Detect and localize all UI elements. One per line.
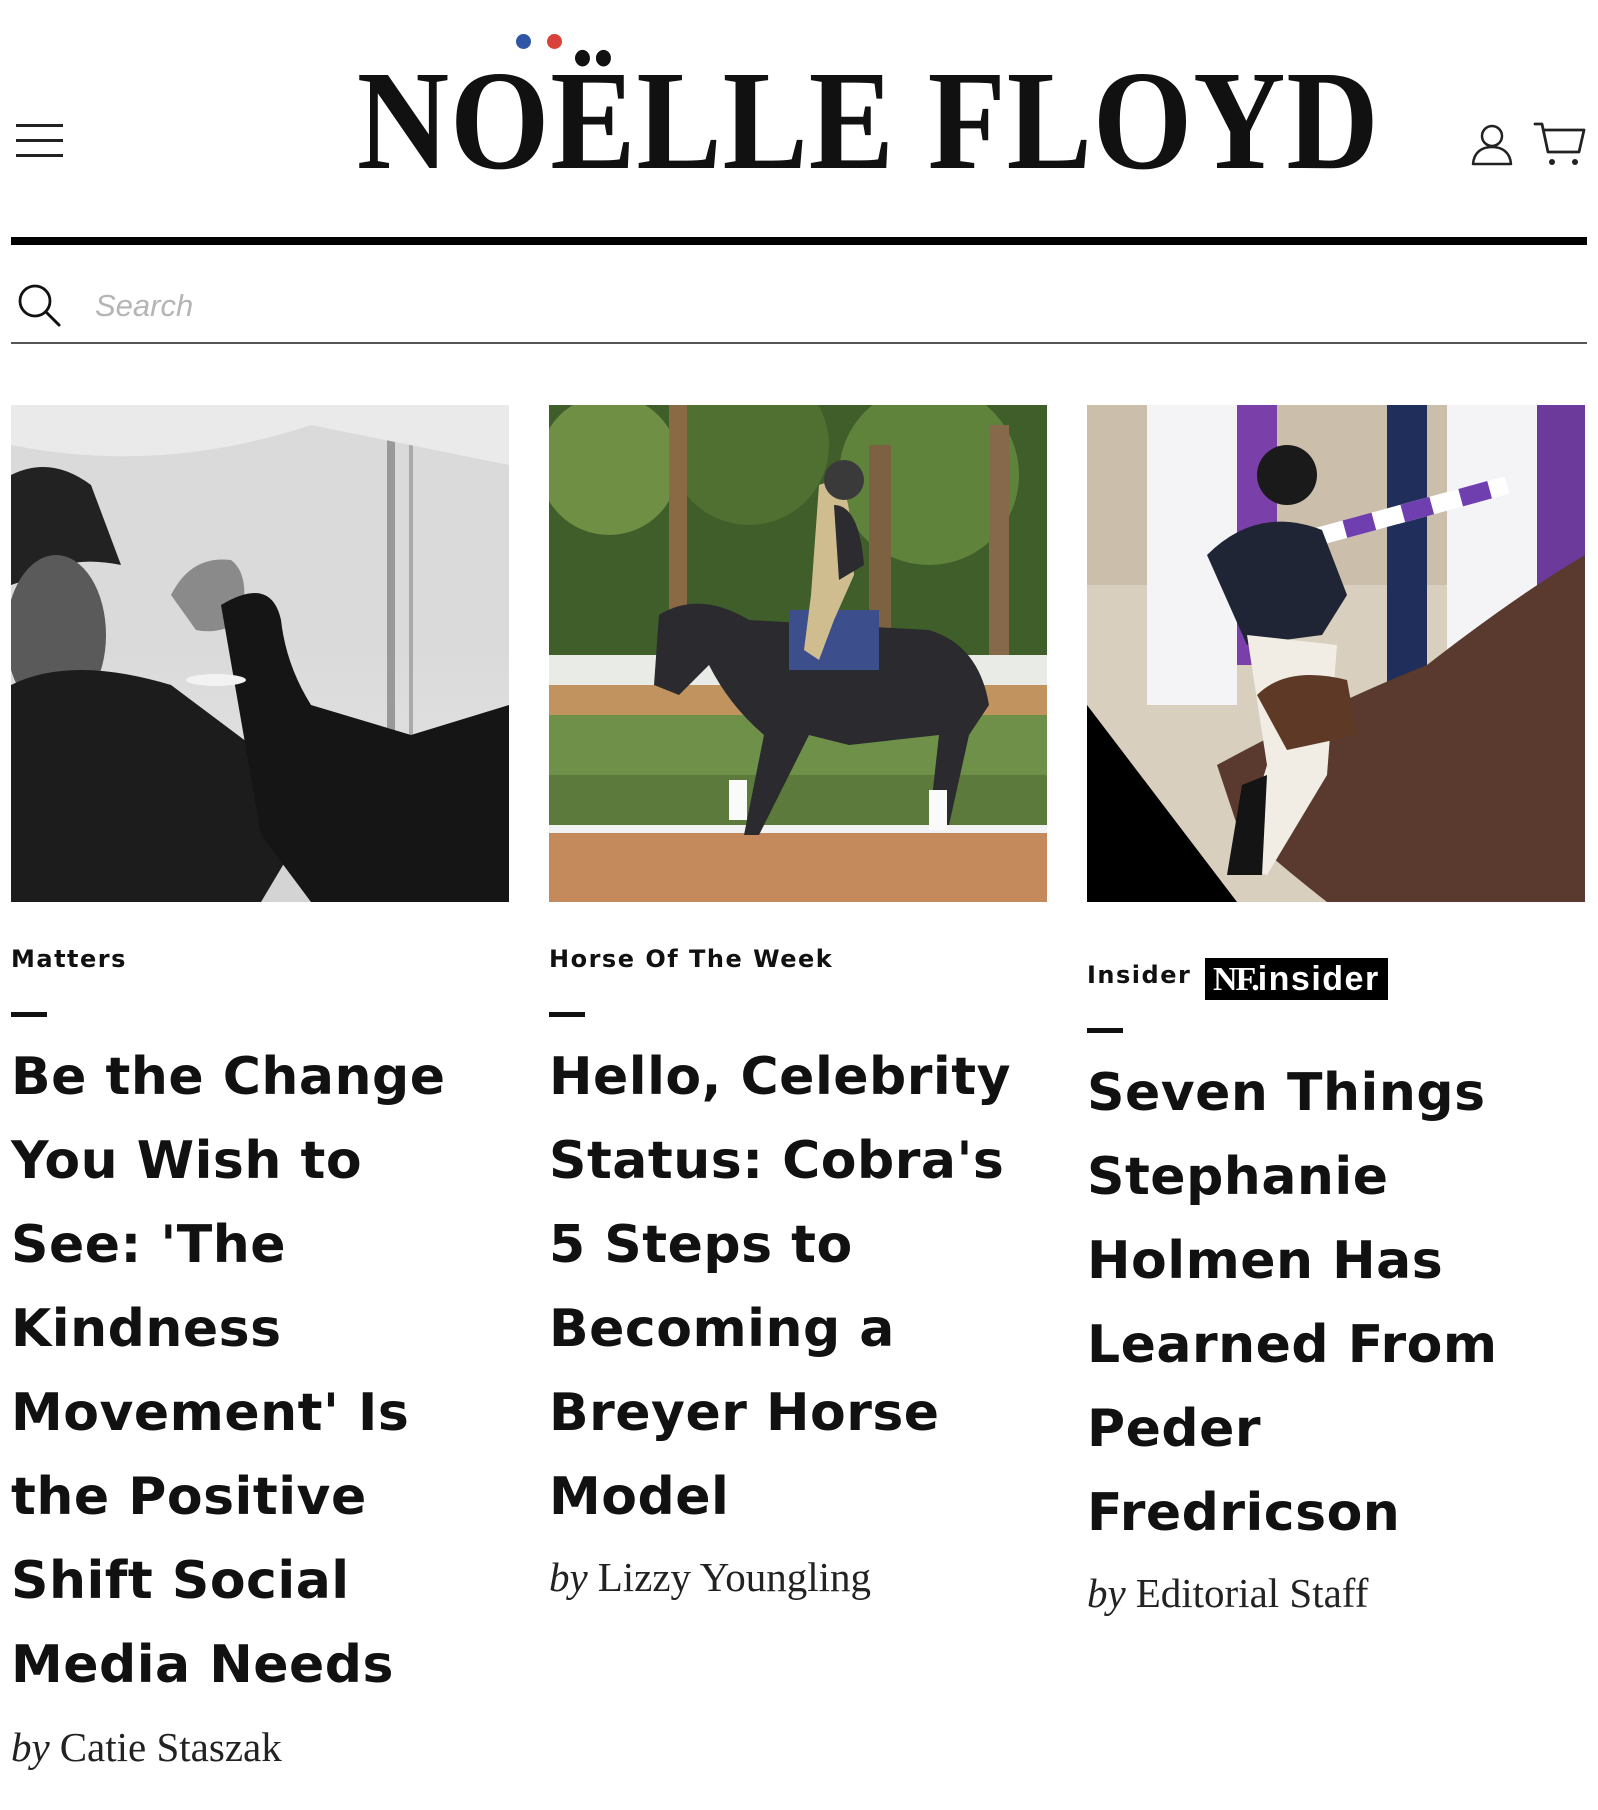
- logo-text: NOËLLE FLOYD: [356, 41, 1380, 199]
- author-name[interactable]: Lizzy Youngling: [598, 1554, 871, 1600]
- search-bar: [11, 270, 1587, 344]
- headline-link[interactable]: Seven Things Stephanie Holmen Has Learne…: [1087, 1063, 1498, 1543]
- byline-prefix: by: [549, 1554, 588, 1600]
- byline-prefix: by: [1087, 1570, 1126, 1616]
- article-card-matters[interactable]: Matters Be the Change You Wish to See: '…: [11, 405, 509, 1770]
- user-icon[interactable]: [1470, 122, 1514, 166]
- menu-icon[interactable]: [16, 122, 64, 160]
- article-category[interactable]: Matters: [11, 945, 127, 973]
- cart-icon[interactable]: [1533, 118, 1587, 168]
- article-headline[interactable]: Be the Change You Wish to See: 'The Kind…: [11, 1035, 509, 1707]
- article-card-horse-of-the-week[interactable]: Horse Of The Week Hello, Celebrity Statu…: [549, 405, 1047, 1600]
- article-image-cobra[interactable]: [549, 405, 1047, 902]
- site-header: NOËLLE FLOYD: [0, 0, 1598, 230]
- headline-link[interactable]: Be the Change You Wish to See: 'The Kind…: [11, 1047, 446, 1695]
- article-image-holmen[interactable]: [1087, 405, 1585, 902]
- article-byline: by Editorial Staff: [1087, 1569, 1368, 1617]
- article-card-insider[interactable]: Insider NF.insider Seven Things Stephani…: [1087, 405, 1585, 1616]
- author-name[interactable]: Editorial Staff: [1136, 1570, 1369, 1616]
- author-name[interactable]: Catie Staszak: [60, 1724, 282, 1770]
- article-byline: by Catie Staszak: [11, 1723, 282, 1771]
- category-dash: [549, 1012, 585, 1017]
- article-headline[interactable]: Seven Things Stephanie Holmen Has Learne…: [1087, 1051, 1585, 1555]
- byline-prefix: by: [11, 1724, 50, 1770]
- article-byline: by Lizzy Youngling: [549, 1553, 871, 1601]
- headline-link[interactable]: Hello, Celebrity Status: Cobra's 5 Steps…: [549, 1047, 1011, 1527]
- nf-insider-badge: NF.insider: [1205, 958, 1388, 1000]
- category-dash: [1087, 1028, 1123, 1033]
- article-category[interactable]: Horse Of The Week: [549, 945, 833, 973]
- page: NOËLLE FLOYD Search Matters Be the Chang…: [0, 0, 1598, 1810]
- category-label[interactable]: Insider: [1087, 961, 1191, 989]
- badge-nf: NF.: [1213, 961, 1260, 998]
- badge-insider: insider: [1257, 960, 1380, 998]
- article-headline[interactable]: Hello, Celebrity Status: Cobra's 5 Steps…: [549, 1035, 1047, 1539]
- article-category: Insider NF.insider: [1087, 958, 1388, 1000]
- header-divider: [11, 237, 1587, 245]
- search-input[interactable]: [93, 284, 1497, 328]
- category-dash: [11, 1012, 47, 1017]
- search-icon[interactable]: [16, 282, 62, 328]
- article-image-kindness[interactable]: [11, 405, 509, 902]
- site-logo[interactable]: NOËLLE FLOYD: [300, 34, 1379, 200]
